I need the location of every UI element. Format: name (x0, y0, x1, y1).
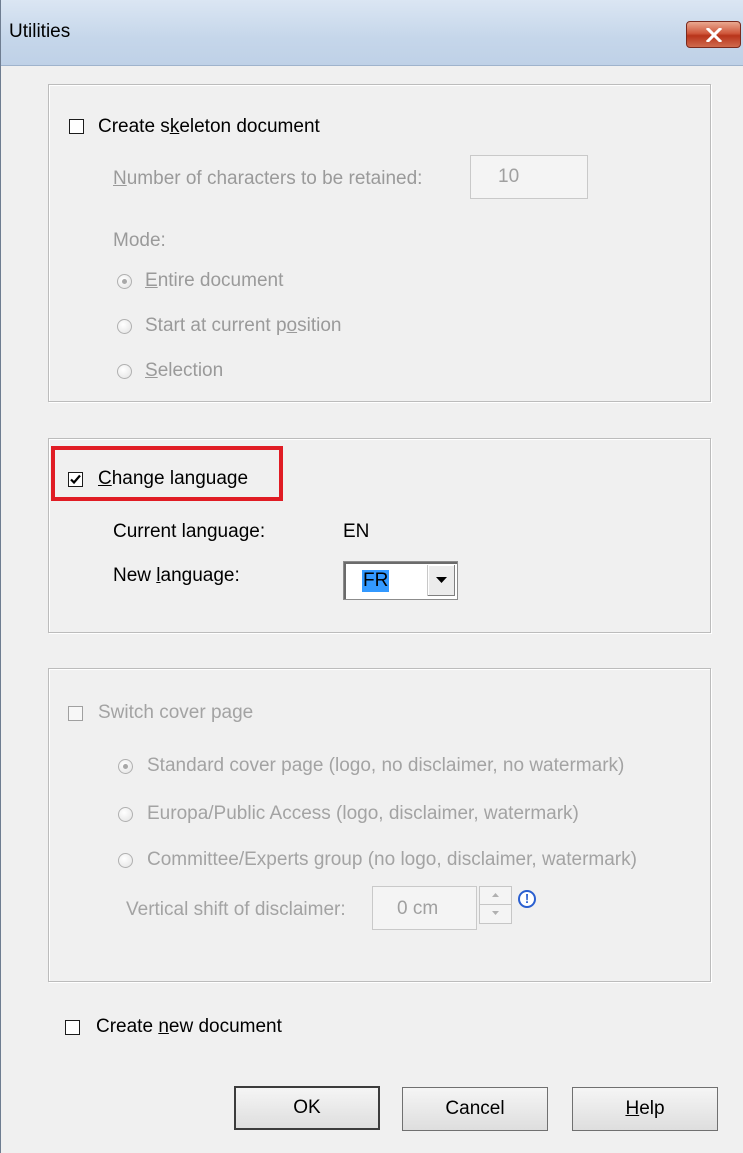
cover-committee-radio[interactable] (118, 853, 133, 868)
new-language-select[interactable]: FR (343, 561, 458, 600)
switch-cover-page-checkbox[interactable] (68, 706, 83, 721)
mode-start-label[interactable]: Start at current position (145, 315, 341, 337)
mode-entire-radio[interactable] (117, 274, 132, 289)
spin-down-button[interactable] (480, 905, 511, 923)
cancel-button[interactable]: Cancel (402, 1087, 548, 1131)
cover-europa-label[interactable]: Europa/Public Access (logo, disclaimer, … (147, 803, 579, 825)
mode-selection-label[interactable]: Selection (145, 360, 223, 382)
current-language-value: EN (343, 521, 370, 542)
spin-down-icon (492, 911, 499, 915)
change-language-checkbox[interactable] (68, 472, 83, 487)
skeleton-checkbox[interactable] (69, 119, 84, 134)
current-language-label: Current language: (113, 521, 266, 542)
vertical-shift-input[interactable]: 0 cm (372, 886, 477, 930)
help-button[interactable]: Help (572, 1087, 718, 1131)
new-language-label: New language: (113, 565, 240, 586)
change-language-label[interactable]: Change language (98, 468, 248, 490)
switch-cover-page-label[interactable]: Switch cover page (98, 702, 253, 724)
window-title: Utilities (9, 21, 71, 42)
dropdown-button[interactable] (427, 565, 455, 596)
mode-label: Mode: (113, 230, 166, 251)
cover-europa-radio[interactable] (118, 807, 133, 822)
vertical-shift-spinner[interactable] (479, 886, 512, 924)
mode-entire-label[interactable]: Entire document (145, 270, 283, 292)
new-language-value: FR (362, 570, 390, 592)
close-icon (706, 28, 722, 42)
skeleton-checkbox-label[interactable]: Create skeleton document (98, 116, 320, 138)
ok-button[interactable]: OK (234, 1086, 380, 1130)
checkmark-icon (70, 474, 81, 485)
utilities-dialog: Utilities Create skeleton document Numbe… (0, 0, 743, 1153)
chars-retained-input[interactable]: 10 (470, 155, 588, 199)
cover-standard-radio[interactable] (118, 759, 133, 774)
create-new-document-checkbox[interactable] (65, 1020, 80, 1035)
info-icon[interactable]: ! (518, 890, 536, 908)
vertical-shift-label: Vertical shift of disclaimer: (126, 899, 346, 920)
mode-start-radio[interactable] (117, 319, 132, 334)
cover-committee-label[interactable]: Committee/Experts group (no logo, discla… (147, 849, 637, 871)
cover-standard-label[interactable]: Standard cover page (logo, no disclaimer… (147, 755, 624, 777)
create-new-document-label[interactable]: Create new document (96, 1016, 282, 1038)
close-button[interactable] (686, 21, 741, 48)
dialog-body: Create skeleton document Number of chara… (1, 66, 743, 1153)
spin-up-icon (492, 893, 499, 897)
chars-retained-label: Number of characters to be retained: (113, 168, 423, 189)
chevron-down-icon (436, 577, 447, 583)
spin-up-button[interactable] (480, 887, 511, 905)
mode-selection-radio[interactable] (117, 364, 132, 379)
title-bar[interactable]: Utilities (1, 0, 743, 66)
